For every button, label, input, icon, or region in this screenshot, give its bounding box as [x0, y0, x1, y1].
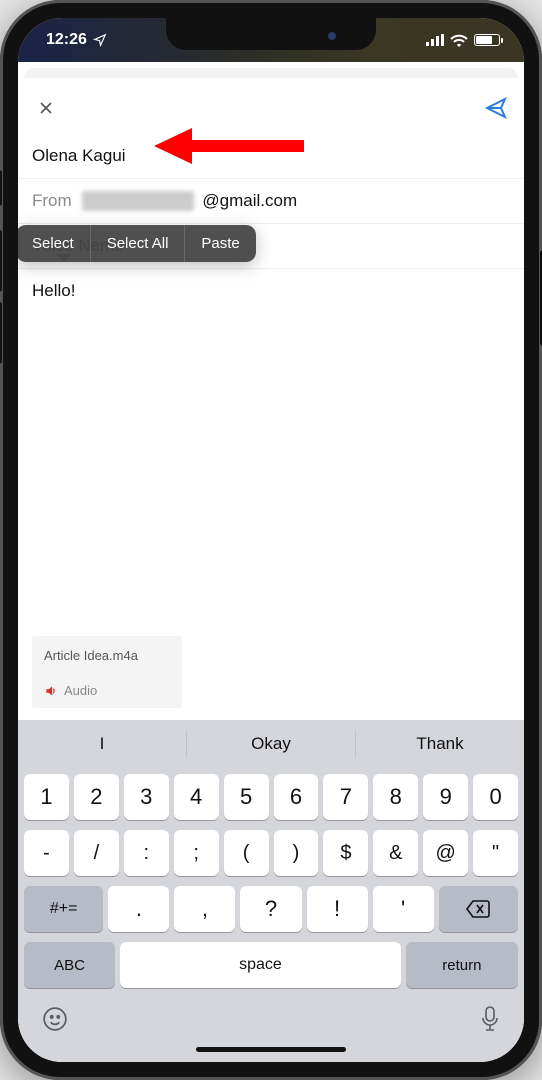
key-comma[interactable]: , [174, 886, 235, 932]
key-abc[interactable]: ABC [24, 942, 115, 988]
close-icon [36, 98, 56, 118]
key-9[interactable]: 9 [423, 774, 468, 820]
text-context-menu: Select Select All Paste [18, 225, 256, 262]
key-amp[interactable]: & [373, 830, 418, 876]
emoji-button[interactable] [42, 1006, 68, 1037]
key-colon[interactable]: : [124, 830, 169, 876]
key-rparen[interactable]: ) [274, 830, 319, 876]
key-dash[interactable]: - [24, 830, 69, 876]
context-select-all[interactable]: Select All [91, 225, 186, 262]
key-0[interactable]: 0 [473, 774, 518, 820]
key-symbols-toggle[interactable]: #+= [24, 886, 103, 932]
attachment-kind: Audio [64, 683, 97, 698]
attachment-card[interactable]: Article Idea.m4a Audio [32, 636, 182, 708]
key-4[interactable]: 4 [174, 774, 219, 820]
sheet-handle [24, 68, 518, 78]
send-button[interactable] [482, 94, 510, 122]
dictation-button[interactable] [480, 1006, 500, 1037]
key-slash[interactable]: / [74, 830, 119, 876]
key-lparen[interactable]: ( [224, 830, 269, 876]
audio-icon [44, 684, 58, 698]
key-3[interactable]: 3 [124, 774, 169, 820]
suggestion-1[interactable]: I [18, 734, 186, 754]
key-space[interactable]: space [120, 942, 401, 988]
close-button[interactable] [32, 94, 60, 122]
key-quote[interactable]: " [473, 830, 518, 876]
context-paste[interactable]: Paste [185, 225, 255, 262]
keyboard: 1 2 3 4 5 6 7 8 9 0 - / : ; ( ) [18, 768, 524, 1062]
from-field[interactable]: From █████████ @gmail.com [18, 179, 524, 224]
home-indicator[interactable] [196, 1047, 346, 1052]
status-time: 12:26 [46, 31, 87, 49]
key-at[interactable]: @ [423, 830, 468, 876]
key-5[interactable]: 5 [224, 774, 269, 820]
suggestion-3[interactable]: Thank [356, 734, 524, 754]
annotation-arrow [154, 126, 304, 179]
context-select[interactable]: Select [18, 225, 91, 262]
backspace-icon [466, 900, 490, 918]
key-question[interactable]: ? [240, 886, 301, 932]
send-icon [484, 96, 508, 120]
key-6[interactable]: 6 [274, 774, 319, 820]
from-domain: @gmail.com [202, 191, 297, 211]
key-return[interactable]: return [406, 942, 518, 988]
location-arrow-icon [93, 33, 107, 47]
key-dollar[interactable]: $ [323, 830, 368, 876]
key-1[interactable]: 1 [24, 774, 69, 820]
key-apostrophe[interactable]: ' [373, 886, 434, 932]
key-2[interactable]: 2 [74, 774, 119, 820]
key-period[interactable]: . [108, 886, 169, 932]
mic-icon [480, 1006, 500, 1032]
body-text: Hello! [32, 281, 75, 300]
key-7[interactable]: 7 [323, 774, 368, 820]
key-8[interactable]: 8 [373, 774, 418, 820]
device-notch [166, 18, 376, 50]
wifi-icon [450, 34, 468, 47]
key-backspace[interactable] [439, 886, 518, 932]
from-masked: █████████ [82, 191, 194, 211]
key-semicolon[interactable]: ; [174, 830, 219, 876]
signal-icon [426, 34, 444, 46]
from-label: From [32, 191, 74, 211]
message-body[interactable]: Select Select All Paste Hello! Article I… [18, 269, 524, 720]
key-exclaim[interactable]: ! [307, 886, 368, 932]
to-value: Olena Kagui [32, 146, 126, 166]
quicktype-suggestion-bar: I Okay Thank [18, 720, 524, 768]
battery-icon [474, 34, 500, 46]
attachment-filename: Article Idea.m4a [44, 648, 170, 663]
emoji-icon [42, 1006, 68, 1032]
suggestion-2[interactable]: Okay [187, 734, 355, 754]
to-field[interactable]: Olena Kagui [18, 134, 524, 179]
